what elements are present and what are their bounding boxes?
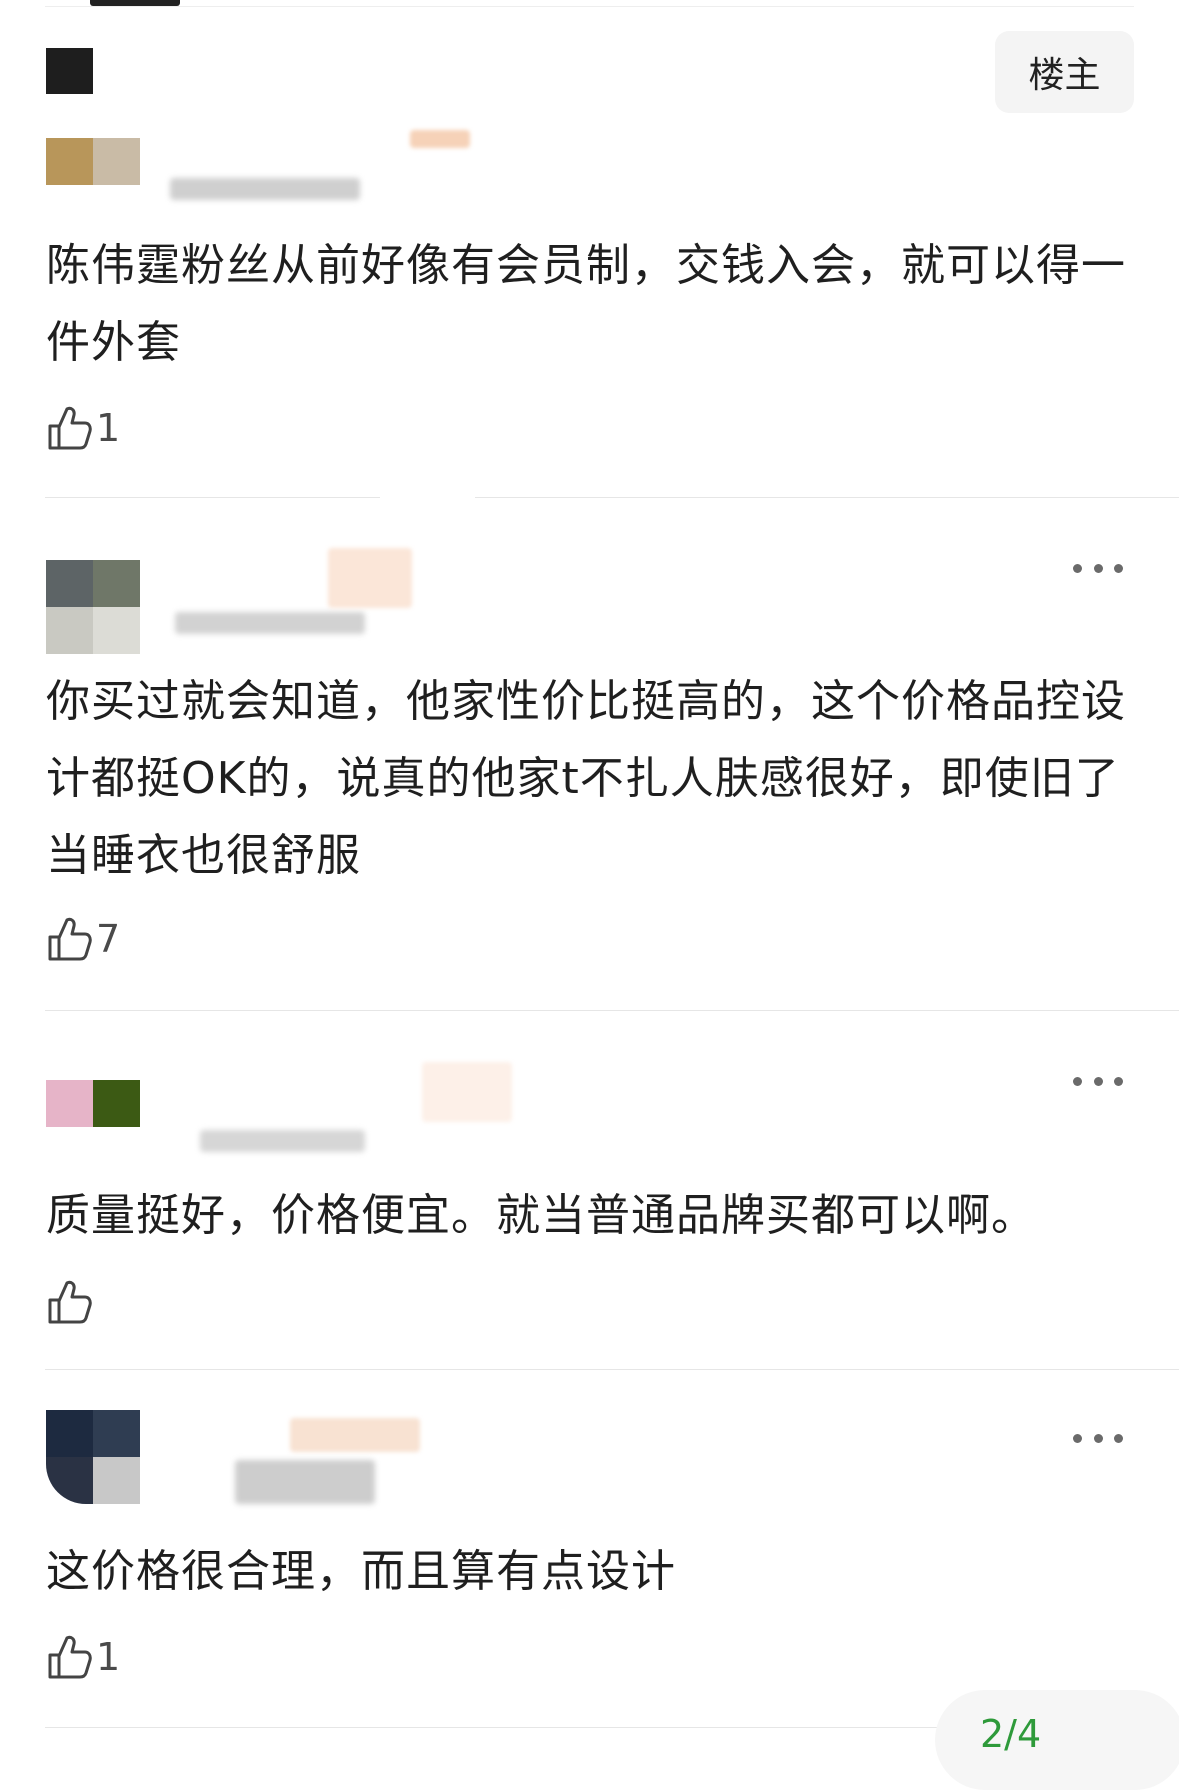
like-count: 1 [96,406,121,450]
comment-text: 这价格很合理，而且算有点设计 [46,1546,676,1597]
redacted-avatar-block [46,48,93,94]
user-tag-blurred [290,1418,420,1452]
user-tag-blurred [410,130,470,148]
like-count: 7 [96,917,121,961]
top-divider [45,6,1134,7]
comment-text: 陈伟霆粉丝从前好像有会员制，交钱入会，就可以得一件外套 [46,240,1126,368]
user-tag-blurred [422,1062,512,1122]
more-options-button[interactable] [1063,553,1133,583]
more-options-button[interactable] [1063,1066,1133,1096]
comment-divider [45,1369,1179,1370]
avatar[interactable] [46,138,140,186]
like-button[interactable]: 7 [46,915,120,963]
like-button[interactable] [46,1278,96,1326]
avatar[interactable] [46,1410,140,1504]
page-indicator-pill[interactable] [935,1690,1179,1790]
thumbs-up-icon [48,1280,92,1324]
thumbs-up-icon [48,917,92,961]
comment-text: 质量挺好，价格便宜。就当普通品牌买都可以啊。 [46,1190,1036,1241]
comment-meta-blurred [170,178,360,200]
comment-meta-blurred [200,1130,365,1152]
like-button[interactable]: 1 [46,1633,120,1681]
more-dots-icon [1073,563,1082,573]
comment-divider [45,1010,1179,1011]
user-tag-blurred [328,548,412,608]
comment-text: 你买过就会知道，他家性价比挺高的，这个价格品控设计都挺OK的，说真的他家t不扎人… [46,676,1126,881]
thumbs-up-icon [48,406,92,450]
like-count: 1 [96,1635,121,1679]
more-dots-icon [1073,1433,1082,1443]
page-indicator: 2/4 [980,1712,1042,1756]
comment-meta-blurred [235,1460,375,1504]
comment-divider [475,497,1179,498]
comment-meta-blurred [175,612,365,634]
avatar[interactable] [46,1080,140,1127]
avatar[interactable] [46,560,140,654]
comment-divider [45,497,380,498]
op-filter-button[interactable]: 楼主 [995,31,1134,113]
thumbs-up-icon [48,1635,92,1679]
more-dots-icon [1073,1076,1082,1086]
more-options-button[interactable] [1063,1423,1133,1453]
like-button[interactable]: 1 [46,404,120,452]
